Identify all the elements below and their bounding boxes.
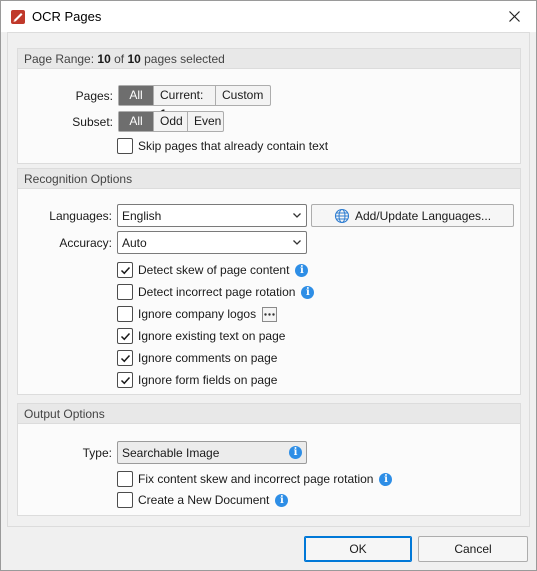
pages-all-option[interactable]: All: [119, 86, 154, 105]
checkmark-icon: [120, 354, 130, 362]
selected-count: 10: [97, 52, 111, 66]
fix-skew-label: Fix content skew and incorrect page rota…: [138, 472, 374, 486]
skip-text-checkbox[interactable]: [117, 138, 133, 154]
accuracy-label-text: Accuracy:: [59, 236, 112, 250]
info-icon[interactable]: i: [379, 472, 393, 486]
ignore-form-fields-checkbox[interactable]: [117, 372, 133, 388]
logos-more-button[interactable]: [262, 306, 278, 322]
ignore-logos-label: Ignore company logos: [138, 307, 257, 321]
skip-text-label: Skip pages that already contain text: [138, 139, 329, 153]
pages-custom-option[interactable]: Custom: [216, 86, 270, 105]
info-icon[interactable]: i: [301, 285, 315, 299]
page-range-prefix: Page Range:: [24, 52, 98, 66]
subset-label-text: Subset:: [72, 115, 113, 129]
languages-label-text: Languages:: [49, 209, 112, 223]
globe-icon: [334, 208, 349, 223]
info-icon[interactable]: i: [275, 493, 289, 507]
checkmark-icon: [120, 266, 130, 274]
page-range-suffix: pages selected: [140, 52, 225, 66]
add-update-languages-label: Add/Update Languages...: [354, 208, 492, 223]
ok-button[interactable]: OK: [304, 536, 412, 562]
close-icon: [508, 11, 520, 22]
info-icon[interactable]: i: [295, 263, 309, 277]
ignore-existing-text-label: Ignore existing text on page: [138, 329, 286, 343]
languages-value: English: [122, 209, 162, 223]
accuracy-select[interactable]: Auto: [117, 231, 307, 254]
option-ignore-logos[interactable]: Ignore company logos: [117, 305, 278, 323]
option-detect-rotation[interactable]: Detect incorrect page rotation i: [117, 283, 315, 301]
pages-label: Pages:: [18, 89, 113, 103]
close-button[interactable]: [492, 1, 536, 32]
option-ignore-form-fields[interactable]: Ignore form fields on page: [117, 371, 277, 389]
pages-current-option[interactable]: Current: 1: [154, 86, 216, 121]
accuracy-label: Accuracy:: [18, 236, 112, 250]
option-ignore-comments[interactable]: Ignore comments on page: [117, 349, 277, 367]
recognition-options-group: Recognition Options Languages: English A…: [17, 168, 521, 395]
page-range-header: Page Range: 10 of 10 pages selected: [18, 49, 520, 69]
subset-even-option[interactable]: Even: [188, 112, 223, 131]
ignore-comments-checkbox[interactable]: [117, 350, 133, 366]
ignore-form-fields-label: Ignore form fields on page: [138, 373, 278, 387]
cancel-button-label: Cancel: [454, 542, 492, 556]
output-header: Output Options: [18, 404, 520, 424]
checkmark-icon: [120, 376, 130, 384]
type-label-text: Type:: [82, 446, 112, 460]
dialog-footer: OK Cancel: [1, 528, 536, 570]
option-ignore-existing-text[interactable]: Ignore existing text on page: [117, 327, 285, 345]
ignore-comments-label: Ignore comments on page: [138, 351, 278, 365]
ocr-pages-dialog: OCR Pages Page Range: 10 of 10 pages sel…: [0, 0, 537, 571]
detect-rotation-label: Detect incorrect page rotation: [138, 285, 296, 299]
total-count: 10: [127, 52, 141, 66]
add-update-languages-button[interactable]: Add/Update Languages...: [311, 204, 514, 227]
option-fix-skew[interactable]: Fix content skew and incorrect page rota…: [117, 470, 393, 488]
detect-rotation-checkbox[interactable]: [117, 284, 133, 300]
subset-label: Subset:: [18, 115, 113, 129]
output-type-field[interactable]: Searchable Image i: [117, 441, 307, 464]
subset-segmented-control: All Odd Even: [118, 111, 224, 132]
output-options-group: Output Options Type: Searchable Image i …: [17, 403, 521, 516]
output-type-value: Searchable Image: [122, 446, 220, 460]
dialog-body: Page Range: 10 of 10 pages selected Page…: [7, 32, 530, 527]
pages-label-text: Pages:: [75, 89, 113, 103]
option-new-document[interactable]: Create a New Document i: [117, 491, 289, 509]
fix-skew-checkbox[interactable]: [117, 471, 133, 487]
languages-select[interactable]: English: [117, 204, 307, 227]
current-prefix: Current:: [160, 88, 204, 102]
more-dots-icon: [264, 312, 275, 316]
subset-odd-option[interactable]: Odd: [154, 112, 188, 131]
subset-all-option[interactable]: All: [119, 112, 154, 131]
languages-label: Languages:: [18, 209, 112, 223]
info-icon[interactable]: i: [289, 446, 302, 459]
ignore-logos-checkbox[interactable]: [117, 306, 133, 322]
cancel-button[interactable]: Cancel: [418, 536, 528, 562]
accuracy-value: Auto: [122, 236, 147, 250]
detect-skew-label: Detect skew of page content: [138, 263, 290, 277]
skip-text-row[interactable]: Skip pages that already contain text: [117, 137, 328, 155]
ok-button-label: OK: [349, 542, 367, 556]
type-label: Type:: [18, 446, 112, 460]
new-document-checkbox[interactable]: [117, 492, 133, 508]
recognition-header: Recognition Options: [18, 169, 520, 189]
chevron-down-icon: [293, 240, 301, 245]
option-detect-skew[interactable]: Detect skew of page content i: [117, 261, 309, 279]
page-range-of: of: [110, 52, 128, 66]
chevron-down-icon: [293, 213, 301, 218]
detect-skew-checkbox[interactable]: [117, 262, 133, 278]
checkmark-icon: [120, 332, 130, 340]
window-title: OCR Pages: [32, 9, 102, 24]
title-bar: OCR Pages: [1, 1, 536, 32]
new-document-label: Create a New Document: [138, 493, 270, 507]
pdf-app-icon: [11, 10, 25, 24]
pages-segmented-control: All Current: 1 Custom: [118, 85, 271, 121]
page-range-group: Page Range: 10 of 10 pages selected Page…: [17, 48, 521, 164]
ignore-existing-text-checkbox[interactable]: [117, 328, 133, 344]
